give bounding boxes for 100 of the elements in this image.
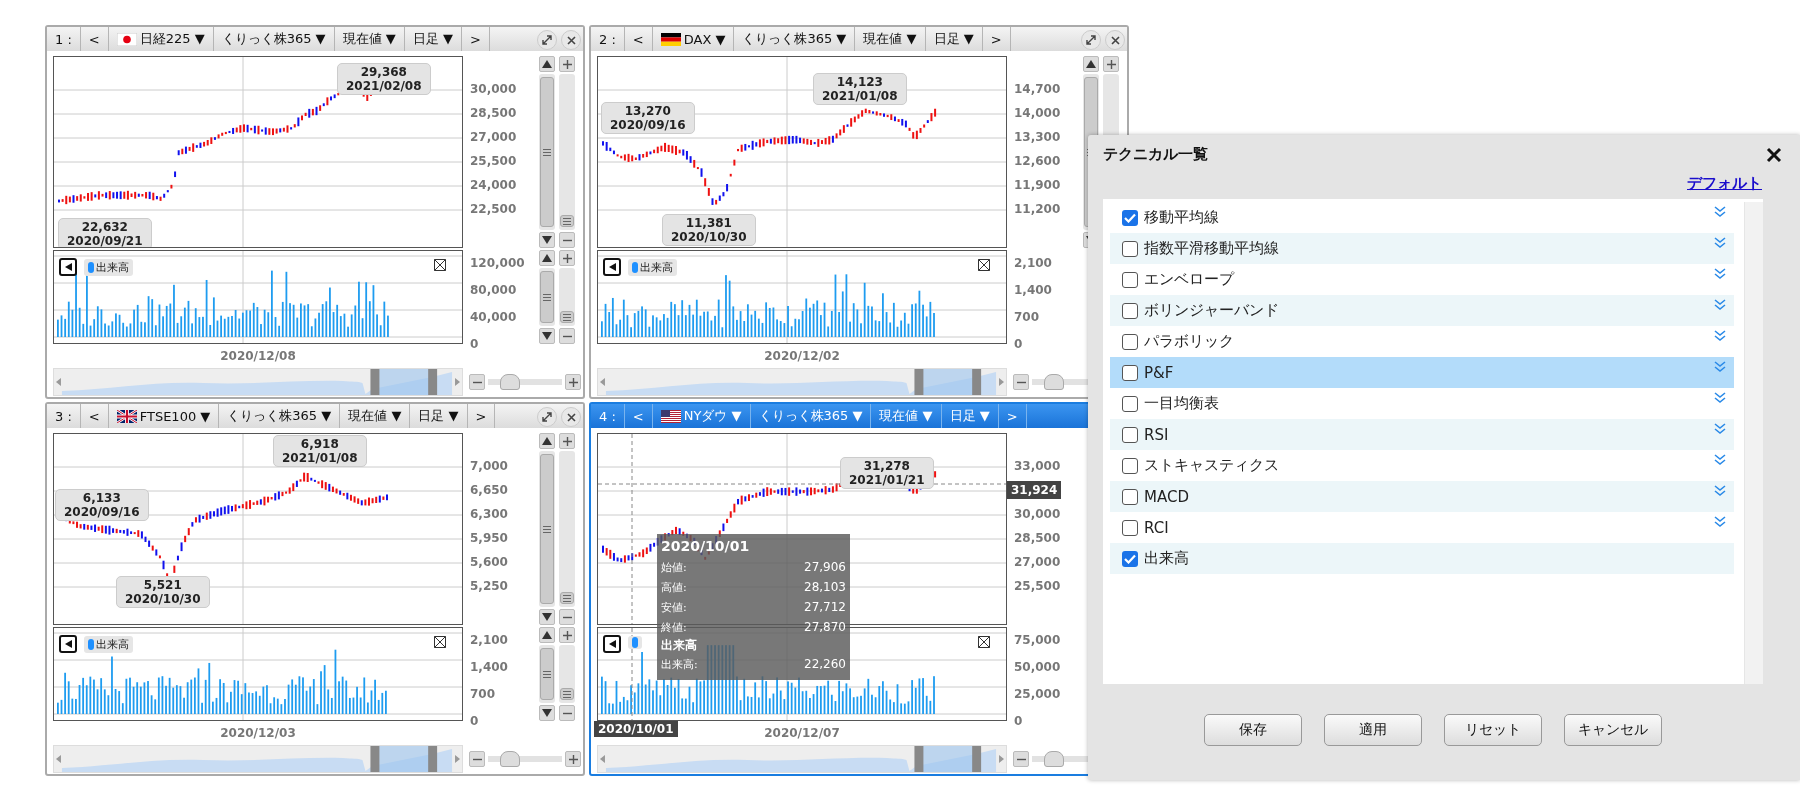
zoom-thumb[interactable] [500, 374, 520, 390]
close-button[interactable] [561, 30, 581, 50]
checkbox[interactable] [1122, 364, 1138, 381]
symbol-dropdown[interactable]: DAX ▼ [652, 27, 735, 51]
symbol-dropdown[interactable]: NYダウ ▼ [652, 404, 751, 428]
scroll-down-button[interactable] [539, 328, 555, 344]
checkbox[interactable] [1122, 395, 1138, 412]
zoom-in-button[interactable] [559, 433, 575, 449]
collapse-button[interactable] [59, 635, 77, 653]
checkbox[interactable] [1122, 457, 1138, 474]
zoom-out-button[interactable] [1013, 751, 1029, 767]
close-box-icon[interactable] [978, 636, 990, 648]
double-chevron-icon[interactable] [1714, 206, 1726, 218]
zoom-out-button[interactable] [559, 705, 575, 721]
zoom-in-button[interactable] [559, 250, 575, 266]
checkbox[interactable] [1122, 333, 1138, 350]
zoom-thumb[interactable] [560, 688, 574, 700]
scroll-up-button[interactable] [539, 56, 555, 72]
zoom-out-button[interactable] [559, 232, 575, 248]
previous-button[interactable]: < [80, 404, 109, 428]
checkbox[interactable] [1122, 240, 1138, 257]
market-dropdown[interactable]: くりっく株365 ▼ [213, 27, 335, 51]
checkbox[interactable] [1122, 550, 1138, 567]
next-button[interactable]: > [982, 27, 1011, 51]
symbol-dropdown[interactable]: FTSE100 ▼ [108, 404, 220, 428]
restore-button[interactable] [537, 30, 557, 50]
zoom-in-button[interactable] [565, 374, 581, 390]
zoom-out-button[interactable] [469, 374, 485, 390]
scroll-up-button[interactable] [1083, 56, 1099, 72]
close-button[interactable] [1105, 30, 1125, 50]
scroll-down-button[interactable] [539, 232, 555, 248]
market-dropdown[interactable]: くりっく株365 ▼ [219, 404, 341, 428]
zoom-in-button[interactable] [559, 56, 575, 72]
indicator-row[interactable]: RSI [1110, 419, 1734, 450]
indicator-row[interactable]: ボリンジャーバンド [1110, 295, 1734, 326]
zoom-in-button[interactable] [559, 627, 575, 643]
range-navigator[interactable] [53, 745, 463, 773]
indicator-row[interactable]: MACD [1110, 481, 1734, 512]
indicator-row[interactable]: 指数平滑移動平均線 [1110, 233, 1734, 264]
scroll-up-button[interactable] [539, 433, 555, 449]
scroll-up-button[interactable] [539, 627, 555, 643]
price-type-dropdown[interactable]: 現在値 ▼ [871, 404, 942, 428]
previous-button[interactable]: < [624, 404, 653, 428]
zoom-out-button[interactable] [559, 609, 575, 625]
next-button[interactable]: > [467, 404, 496, 428]
double-chevron-icon[interactable] [1714, 392, 1726, 404]
checkbox[interactable] [1122, 271, 1138, 288]
zoom-track[interactable] [559, 451, 575, 607]
double-chevron-icon[interactable] [1714, 454, 1726, 466]
dialog-button[interactable]: リセット [1444, 714, 1542, 746]
zoom-track[interactable] [559, 74, 575, 230]
scroll-down-button[interactable] [539, 609, 555, 625]
scroll-up-button[interactable] [539, 250, 555, 266]
period-dropdown[interactable]: 日足 ▼ [925, 27, 983, 51]
next-button[interactable]: > [461, 27, 490, 51]
zoom-in-button[interactable] [565, 751, 581, 767]
dialog-button[interactable]: 保存 [1204, 714, 1302, 746]
close-box-icon[interactable] [978, 259, 990, 271]
zoom-thumb[interactable] [560, 592, 574, 604]
dialog-button[interactable]: 適用 [1324, 714, 1422, 746]
close-box-icon[interactable] [434, 259, 446, 271]
checkbox[interactable] [1122, 519, 1138, 536]
collapse-button[interactable] [603, 635, 621, 653]
checkbox[interactable] [1122, 302, 1138, 319]
double-chevron-icon[interactable] [1714, 516, 1726, 528]
zoom-thumb[interactable] [1044, 751, 1064, 767]
price-type-dropdown[interactable]: 現在値 ▼ [855, 27, 926, 51]
indicator-row[interactable]: P&F [1110, 357, 1734, 388]
zoom-thumb[interactable] [1044, 374, 1064, 390]
zoom-out-button[interactable] [469, 751, 485, 767]
double-chevron-icon[interactable] [1714, 485, 1726, 497]
dialog-button[interactable]: キャンセル [1564, 714, 1662, 746]
default-link[interactable]: デフォルト [1687, 174, 1762, 193]
price-type-dropdown[interactable]: 現在値 ▼ [340, 404, 411, 428]
restore-button[interactable] [1081, 30, 1101, 50]
double-chevron-icon[interactable] [1714, 268, 1726, 280]
double-chevron-icon[interactable] [1714, 237, 1726, 249]
close-button[interactable] [561, 407, 581, 427]
legend-chip[interactable]: 出来高 [84, 636, 133, 653]
legend-chip[interactable]: 出来高 [84, 259, 133, 276]
zoom-thumb[interactable] [560, 215, 574, 227]
period-dropdown[interactable]: 日足 ▼ [410, 404, 468, 428]
double-chevron-icon[interactable] [1714, 423, 1726, 435]
list-scrollbar[interactable] [1744, 202, 1763, 684]
checkbox[interactable] [1122, 488, 1138, 505]
zoom-thumb[interactable] [500, 751, 520, 767]
double-chevron-icon[interactable] [1714, 330, 1726, 342]
zoom-track[interactable] [559, 268, 575, 326]
collapse-button[interactable] [59, 258, 77, 276]
collapse-button[interactable] [603, 258, 621, 276]
close-icon[interactable] [1766, 146, 1782, 163]
period-dropdown[interactable]: 日足 ▼ [404, 27, 462, 51]
indicator-row[interactable]: 出来高 [1110, 543, 1734, 574]
legend-chip[interactable]: 出来高 [628, 259, 677, 276]
scroll-down-button[interactable] [539, 705, 555, 721]
zoom-out-button[interactable] [559, 328, 575, 344]
zoom-track[interactable] [559, 645, 575, 703]
checkbox[interactable] [1122, 426, 1138, 443]
close-box-icon[interactable] [434, 636, 446, 648]
range-navigator[interactable] [53, 368, 463, 396]
